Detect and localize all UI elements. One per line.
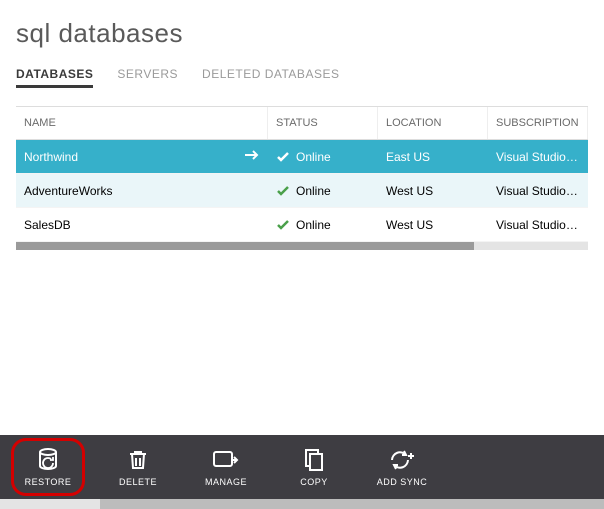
horizontal-scrollbar[interactable] <box>16 242 588 250</box>
status-text: Online <box>296 218 331 232</box>
db-name: AdventureWorks <box>24 184 112 198</box>
table-header: NAME STATUS LOCATION SUBSCRIPTION <box>16 106 588 140</box>
delete-button[interactable]: DELETE <box>108 447 168 487</box>
col-name[interactable]: NAME <box>16 107 268 139</box>
page-title: sql databases <box>16 18 588 49</box>
check-icon <box>276 150 290 164</box>
status-text: Online <box>296 184 331 198</box>
location-text: West US <box>378 218 488 232</box>
db-name: Northwind <box>24 150 78 164</box>
subscription-text: Visual Studio Ultim... <box>488 218 588 232</box>
table-row[interactable]: Northwind Online East US Visual Studio U… <box>16 140 588 174</box>
tab-bar: DATABASES SERVERS DELETED DATABASES <box>16 67 588 88</box>
col-location[interactable]: LOCATION <box>378 107 488 139</box>
sync-plus-icon <box>388 447 416 473</box>
restore-icon <box>35 447 61 473</box>
trash-icon <box>126 447 150 473</box>
table-row[interactable]: SalesDB Online West US Visual Studio Ult… <box>16 208 588 242</box>
table-row[interactable]: AdventureWorks Online West US Visual Stu… <box>16 174 588 208</box>
status-text: Online <box>296 150 331 164</box>
page-horizontal-scrollbar[interactable] <box>0 499 604 509</box>
manage-button[interactable]: MANAGE <box>196 447 256 487</box>
check-icon <box>276 218 290 232</box>
cmd-label: ADD SYNC <box>377 477 428 487</box>
command-bar: RESTORE DELETE MANAGE <box>0 435 604 499</box>
location-text: West US <box>378 184 488 198</box>
copy-icon <box>302 447 326 473</box>
cmd-label: MANAGE <box>205 477 247 487</box>
copy-button[interactable]: COPY <box>284 447 344 487</box>
tab-servers[interactable]: SERVERS <box>117 67 178 88</box>
scrollbar-thumb[interactable] <box>100 499 604 509</box>
tab-databases[interactable]: DATABASES <box>16 67 93 88</box>
restore-button[interactable]: RESTORE <box>16 443 80 491</box>
cmd-label: DELETE <box>119 477 157 487</box>
cmd-label: COPY <box>300 477 328 487</box>
col-subscription[interactable]: SUBSCRIPTION <box>488 107 588 139</box>
subscription-text: Visual Studio Ultim... <box>488 150 588 164</box>
subscription-text: Visual Studio Ultim... <box>488 184 588 198</box>
add-sync-button[interactable]: ADD SYNC <box>372 447 432 487</box>
col-status[interactable]: STATUS <box>268 107 378 139</box>
location-text: East US <box>378 150 488 164</box>
cmd-label: RESTORE <box>25 477 72 487</box>
db-name: SalesDB <box>24 218 71 232</box>
scrollbar-thumb[interactable] <box>16 242 474 250</box>
manage-icon <box>212 447 240 473</box>
tab-deleted-databases[interactable]: DELETED DATABASES <box>202 67 339 88</box>
check-icon <box>276 184 290 198</box>
arrow-right-icon[interactable] <box>244 149 260 164</box>
